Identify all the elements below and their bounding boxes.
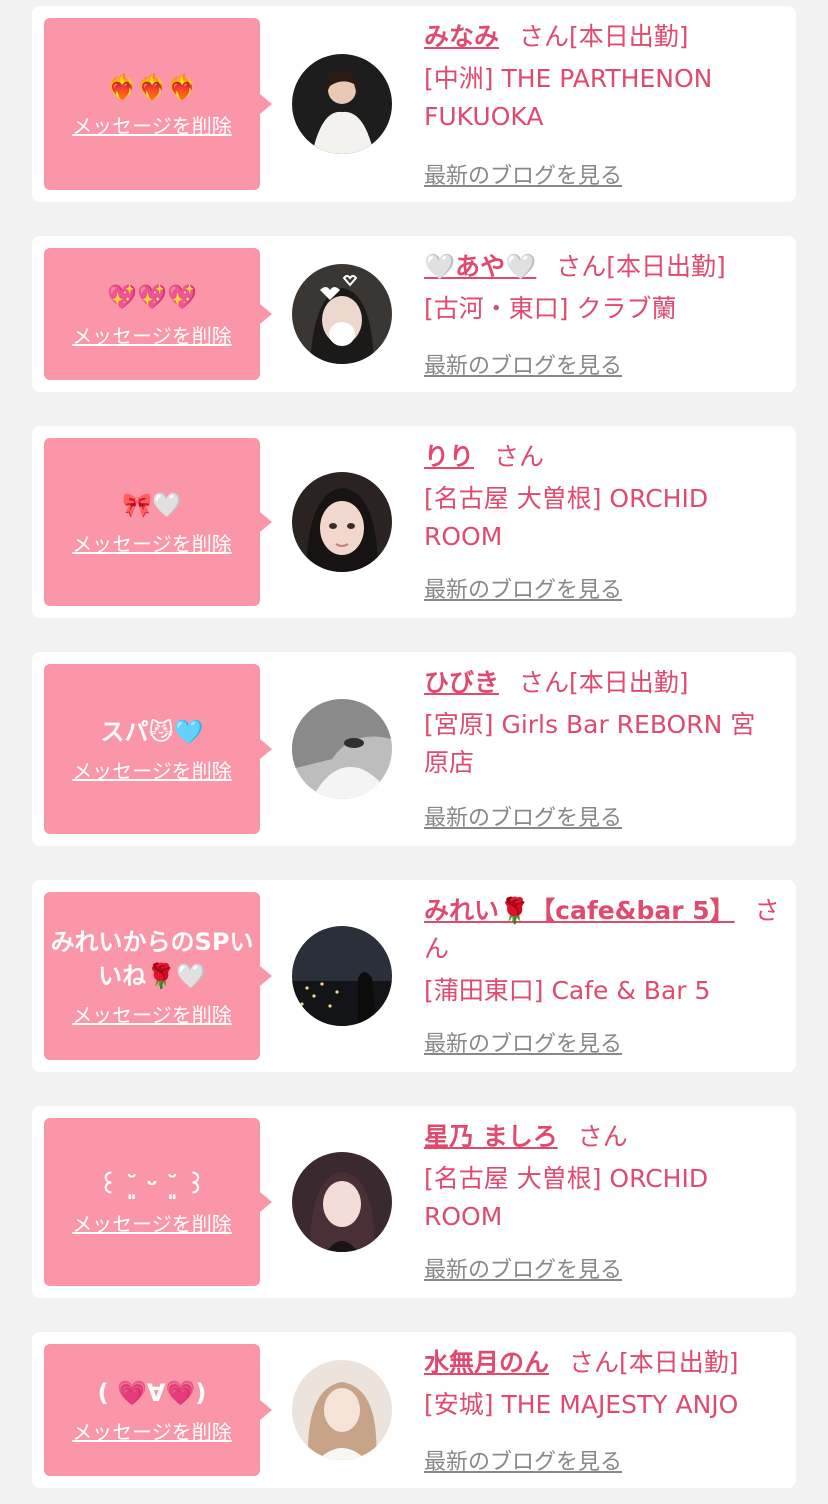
cast-info: 水無月のん さん[本日出勤] [安城] THE MAJESTY ANJO: [424, 1344, 780, 1424]
avatar[interactable]: [292, 926, 392, 1026]
delete-message-link[interactable]: メッセージを削除: [72, 999, 232, 1028]
blog-link[interactable]: 最新のブログを見る: [424, 158, 622, 190]
avatar[interactable]: [292, 472, 392, 572]
shop-name: [古河・東口] クラブ蘭: [424, 294, 677, 323]
avatar[interactable]: [292, 54, 392, 154]
blog-link[interactable]: 最新のブログを見る: [424, 1026, 622, 1058]
message-text: 🎀🤍: [122, 490, 182, 519]
message-text: ꒰ ˘͈ ᵕ ˘͈ ꒱: [98, 1170, 206, 1199]
message-bubble: みれいからのSPいいね🌹🤍 メッセージを削除: [44, 892, 272, 1060]
message-card: ( 💗∀💗) メッセージを削除 水無月のん さん[本日出勤] [安城] THE M…: [32, 1332, 796, 1488]
message-card: みれいからのSPいいね🌹🤍 メッセージを削除 みれい🌹【cafe&bar 5】さ…: [32, 880, 796, 1072]
message-bubble: ꒰ ˘͈ ᵕ ˘͈ ꒱ メッセージを削除: [44, 1118, 272, 1286]
blog-link[interactable]: 最新のブログを見る: [424, 572, 622, 604]
message-card: ꒰ ˘͈ ᵕ ˘͈ ꒱ メッセージを削除 星乃 ましろ さん [名古屋 大曽根] …: [32, 1106, 796, 1298]
shop-name: [宮原] Girls Bar REBORN 宮原店: [424, 710, 756, 777]
shop-name: [蒲田東口] Cafe & Bar 5: [424, 976, 711, 1005]
message-text: 💖💖💖: [107, 282, 197, 311]
cast-name-link[interactable]: みれい🌹【cafe&bar 5】: [424, 896, 735, 925]
delete-message-link[interactable]: メッセージを削除: [72, 1416, 232, 1445]
blog-link[interactable]: 最新のブログを見る: [424, 1252, 622, 1284]
delete-message-link[interactable]: メッセージを削除: [72, 320, 232, 349]
cast-info: みなみ さん[本日出勤] [中洲] THE PARTHENON FUKUOKA: [424, 18, 780, 136]
honorific: さん: [569, 1348, 620, 1377]
honorific: さん: [556, 252, 607, 281]
delete-message-link[interactable]: メッセージを削除: [72, 528, 232, 557]
cast-name-link[interactable]: 🤍あや🤍: [424, 252, 536, 281]
avatar[interactable]: [292, 1152, 392, 1252]
attendance-status: [本日出勤]: [569, 668, 689, 697]
shop-name: [名古屋 大曽根] ORCHID ROOM: [424, 1164, 709, 1231]
message-text: ❤️‍🔥❤️‍🔥❤️‍🔥: [107, 72, 197, 101]
message-bubble: 💖💖💖 メッセージを削除: [44, 248, 272, 380]
honorific: さん: [577, 1122, 628, 1151]
cast-info: 🤍あや🤍 さん[本日出勤] [古河・東口] クラブ蘭: [424, 248, 780, 328]
shop-name: [名古屋 大曽根] ORCHID ROOM: [424, 484, 709, 551]
message-bubble: スパ😼🩵 メッセージを削除: [44, 664, 272, 834]
cast-name-link[interactable]: みなみ: [424, 22, 499, 51]
blog-link[interactable]: 最新のブログを見る: [424, 348, 622, 380]
honorific: さん: [519, 22, 570, 51]
honorific: さん: [519, 668, 570, 697]
shop-name: [安城] THE MAJESTY ANJO: [424, 1390, 739, 1419]
message-text: スパ😼🩵: [100, 717, 204, 746]
message-text: ( 💗∀💗): [97, 1378, 207, 1407]
cast-info: りり さん [名古屋 大曽根] ORCHID ROOM: [424, 438, 780, 556]
avatar[interactable]: [292, 699, 392, 799]
avatar[interactable]: [292, 264, 392, 364]
message-bubble: ❤️‍🔥❤️‍🔥❤️‍🔥 メッセージを削除: [44, 18, 272, 190]
delete-message-link[interactable]: メッセージを削除: [72, 110, 232, 139]
cast-info: ひびき さん[本日出勤] [宮原] Girls Bar REBORN 宮原店: [424, 664, 780, 782]
message-list: ❤️‍🔥❤️‍🔥❤️‍🔥 メッセージを削除 みなみ さん[本日出勤] [中洲] T…: [0, 0, 828, 1504]
message-text: みれいからのSPいいね🌹🤍: [50, 927, 254, 990]
cast-name-link[interactable]: 水無月のん: [424, 1348, 549, 1377]
message-card: ❤️‍🔥❤️‍🔥❤️‍🔥 メッセージを削除 みなみ さん[本日出勤] [中洲] T…: [32, 6, 796, 202]
attendance-status: [本日出勤]: [569, 22, 689, 51]
message-bubble: ( 💗∀💗) メッセージを削除: [44, 1344, 272, 1476]
blog-link[interactable]: 最新のブログを見る: [424, 800, 622, 832]
honorific: さん: [494, 442, 545, 471]
delete-message-link[interactable]: メッセージを削除: [72, 755, 232, 784]
cast-info: 星乃 ましろ さん [名古屋 大曽根] ORCHID ROOM: [424, 1118, 780, 1236]
message-card: 🎀🤍 メッセージを削除 りり さん [名古屋 大曽根] ORCHID ROOM 最…: [32, 426, 796, 618]
attendance-status: [本日出勤]: [606, 252, 726, 281]
message-bubble: 🎀🤍 メッセージを削除: [44, 438, 272, 606]
delete-message-link[interactable]: メッセージを削除: [72, 1208, 232, 1237]
attendance-status: [本日出勤]: [619, 1348, 739, 1377]
cast-info: みれい🌹【cafe&bar 5】 さん [蒲田東口] Cafe & Bar 5: [424, 892, 780, 1010]
message-card: 💖💖💖 メッセージを削除 🤍あや🤍 さん[本日出勤] [古河・東口] クラブ蘭 最…: [32, 236, 796, 392]
avatar[interactable]: [292, 1360, 392, 1460]
cast-name-link[interactable]: りり: [424, 442, 474, 471]
shop-name: [中洲] THE PARTHENON FUKUOKA: [424, 64, 713, 131]
cast-name-link[interactable]: 星乃 ましろ: [424, 1122, 558, 1151]
blog-link[interactable]: 最新のブログを見る: [424, 1444, 622, 1476]
message-card: スパ😼🩵 メッセージを削除 ひびき さん[本日出勤] [宮原] Girls Bar…: [32, 652, 796, 846]
cast-name-link[interactable]: ひびき: [424, 668, 499, 697]
